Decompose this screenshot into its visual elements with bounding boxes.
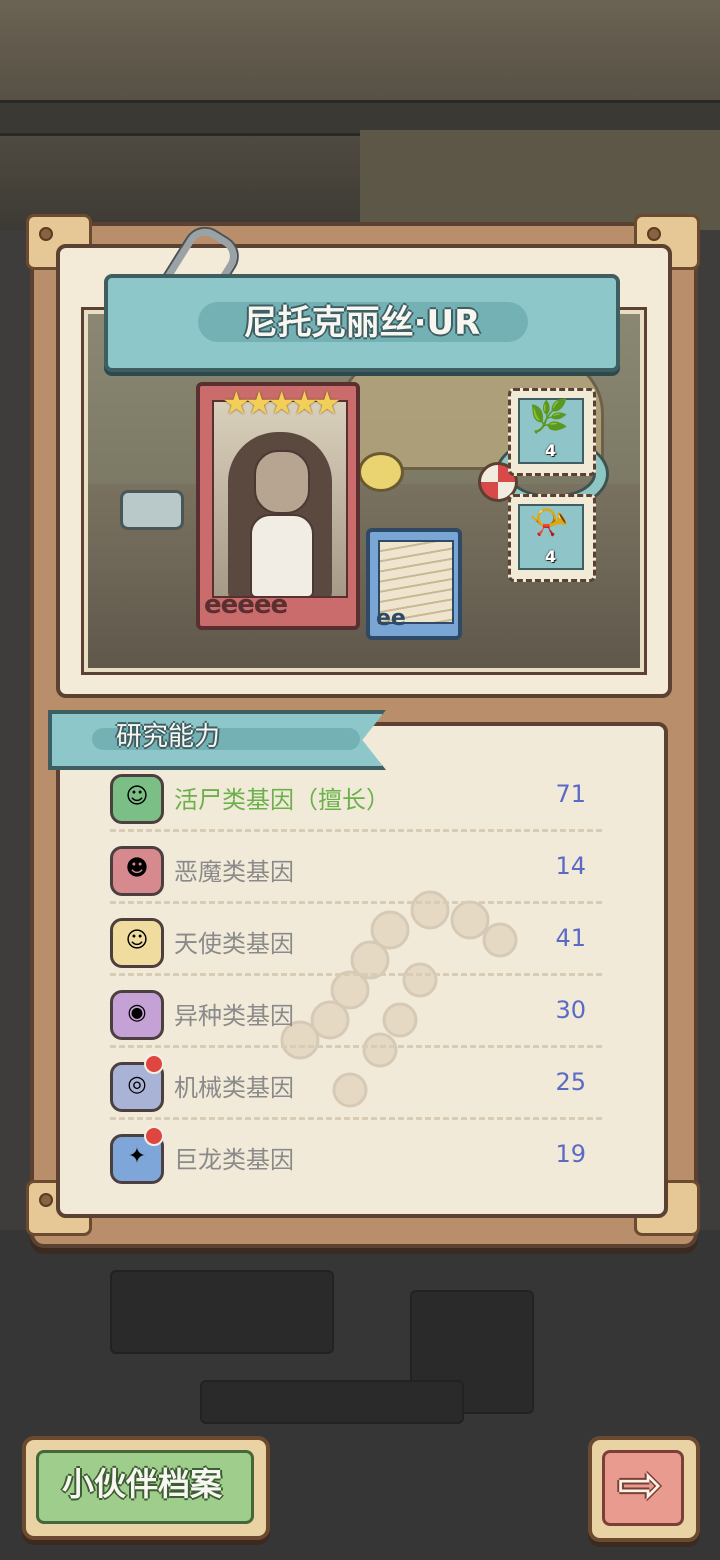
gene-row-angel: ☺ 天使类基因 41 xyxy=(110,904,602,976)
gene-value: 25 xyxy=(555,1068,586,1096)
gene-name: 恶魔类基因 xyxy=(174,858,294,886)
item-card-horn[interactable]: 📯 4 xyxy=(508,494,596,582)
star-rating-icon: ★★★★★ xyxy=(222,384,341,422)
zombie-gene-icon: ☺ xyxy=(110,774,164,824)
alien-gene-icon: ◉ xyxy=(110,990,164,1040)
character-name-title: 尼托克丽丝·UR xyxy=(243,303,481,343)
gene-name: 活尸类基因（擅长） xyxy=(174,786,390,814)
notification-dot xyxy=(144,1054,164,1074)
companion-profile-button[interactable]: 小伙伴档案 xyxy=(22,1436,270,1540)
item-count: 4 xyxy=(545,547,557,566)
gene-row-alien: ◉ 异种类基因 30 xyxy=(110,976,602,1048)
slime-plant-icon: 🌿 xyxy=(529,397,569,435)
gene-row-zombie: ☺ 活尸类基因（擅长） 71 xyxy=(110,760,602,832)
gene-value: 30 xyxy=(555,996,586,1024)
rubber-duck-decoration xyxy=(358,452,404,492)
companion-rank-text: ee xyxy=(376,606,406,631)
item-count: 4 xyxy=(545,441,557,460)
background-pipe xyxy=(110,1270,334,1354)
character-face xyxy=(254,450,310,514)
background-pipe xyxy=(200,1380,464,1424)
demon-gene-icon: ☻ xyxy=(110,846,164,896)
arrow-right-icon: ⇨ xyxy=(617,1453,663,1516)
telephone-decoration xyxy=(120,490,184,530)
gene-row-demon: ☻ 恶魔类基因 14 xyxy=(110,832,602,904)
gene-value: 14 xyxy=(555,852,586,880)
gene-row-mech: ◎ 机械类基因 25 xyxy=(110,1048,602,1120)
character-portrait xyxy=(212,400,348,598)
angel-gene-icon: ☺ xyxy=(110,918,164,968)
companion-profile-label: 小伙伴档案 xyxy=(61,1465,222,1503)
gene-name: 机械类基因 xyxy=(174,1074,294,1102)
gene-value: 71 xyxy=(555,780,586,808)
gene-name: 天使类基因 xyxy=(174,930,294,958)
gene-value: 41 xyxy=(555,924,586,952)
gene-name: 巨龙类基因 xyxy=(174,1146,294,1174)
item-card-slime-plant[interactable]: 🌿 4 xyxy=(508,388,596,476)
notification-dot xyxy=(144,1126,164,1146)
character-name-banner: 尼托克丽丝·UR xyxy=(104,274,620,372)
background-room-top xyxy=(0,0,720,230)
next-button[interactable]: ⇨ xyxy=(588,1436,700,1542)
research-title: 研究能力 xyxy=(116,722,221,752)
gene-row-dragon: ✦ 巨龙类基因 19 xyxy=(110,1120,602,1192)
gene-value: 19 xyxy=(555,1140,586,1168)
horn-icon: 📯 xyxy=(529,503,569,541)
character-rank-text: eeeee xyxy=(204,590,288,620)
character-body xyxy=(250,514,314,596)
gene-name: 异种类基因 xyxy=(174,1002,294,1030)
